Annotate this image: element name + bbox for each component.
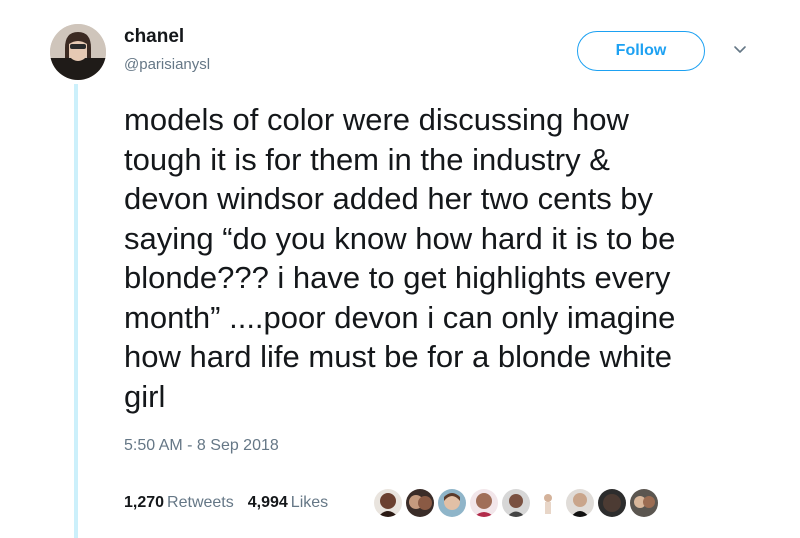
liker-avatar[interactable] bbox=[470, 489, 498, 517]
author-name[interactable]: chanel bbox=[124, 26, 184, 48]
retweets-count: 1,270 bbox=[124, 494, 165, 511]
author-avatar-image bbox=[50, 24, 106, 80]
likes-label: Likes bbox=[290, 494, 329, 511]
follow-button[interactable]: Follow bbox=[577, 31, 705, 71]
liker-avatar[interactable] bbox=[406, 489, 434, 517]
liker-avatar[interactable] bbox=[630, 489, 658, 517]
likes-stat[interactable]: 4,994 Likes bbox=[248, 494, 328, 512]
liker-avatar[interactable] bbox=[598, 489, 626, 517]
likes-count: 4,994 bbox=[247, 494, 288, 511]
liker-avatar[interactable] bbox=[566, 489, 594, 517]
retweets-label: Retweets bbox=[167, 494, 234, 511]
tweet-text: models of color were discussing how toug… bbox=[124, 102, 676, 414]
liker-avatar[interactable] bbox=[438, 489, 466, 517]
liker-avatar[interactable] bbox=[374, 489, 402, 517]
liker-avatar[interactable] bbox=[502, 489, 530, 517]
tweet-stats: 1,270 Retweets 4,994 Likes bbox=[124, 494, 328, 512]
author-avatar[interactable] bbox=[50, 24, 106, 80]
chevron-down-icon[interactable] bbox=[733, 43, 747, 57]
tweet-timestamp[interactable]: 5:50 AM - 8 Sep 2018 bbox=[124, 437, 279, 455]
liker-avatar[interactable] bbox=[534, 489, 562, 517]
liker-avatars bbox=[374, 489, 658, 521]
thread-line bbox=[74, 84, 78, 538]
retweets-stat[interactable]: 1,270 Retweets bbox=[124, 494, 234, 512]
author-handle[interactable]: @parisianysl bbox=[124, 56, 210, 73]
